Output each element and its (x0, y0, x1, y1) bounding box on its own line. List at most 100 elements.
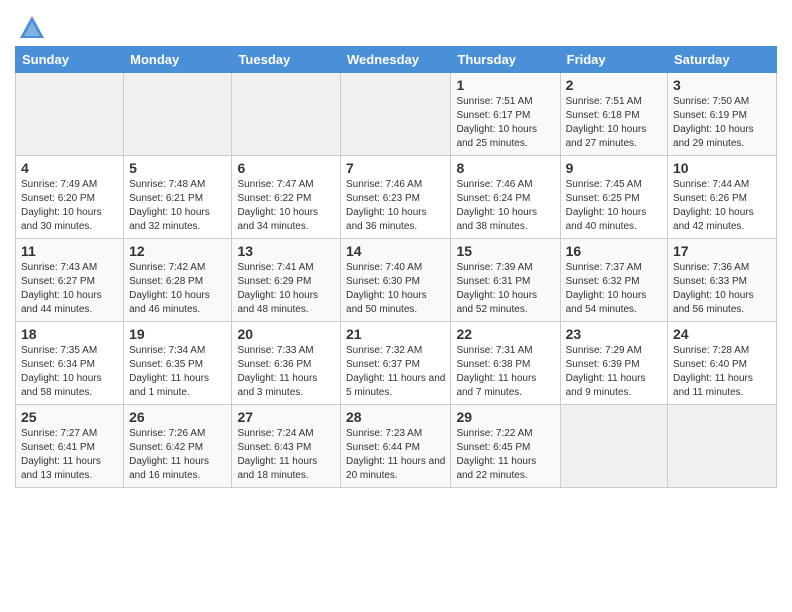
day-number: 21 (346, 326, 445, 342)
day-number: 29 (456, 409, 554, 425)
day-info: Sunrise: 7:33 AMSunset: 6:36 PMDaylight:… (237, 344, 335, 400)
day-cell (341, 73, 451, 156)
day-info: Sunrise: 7:46 AMSunset: 6:23 PMDaylight:… (346, 178, 445, 234)
day-number: 28 (346, 409, 445, 425)
day-number: 14 (346, 243, 445, 259)
day-cell: 16 Sunrise: 7:37 AMSunset: 6:32 PMDayligh… (560, 239, 667, 322)
header-saturday: Saturday (668, 47, 777, 73)
day-info: Sunrise: 7:40 AMSunset: 6:30 PMDaylight:… (346, 261, 445, 317)
day-cell: 24 Sunrise: 7:28 AMSunset: 6:40 PMDayligh… (668, 322, 777, 405)
day-info: Sunrise: 7:36 AMSunset: 6:33 PMDaylight:… (673, 261, 771, 317)
day-cell: 28 Sunrise: 7:23 AMSunset: 6:44 PMDayligh… (341, 405, 451, 488)
day-cell: 14 Sunrise: 7:40 AMSunset: 6:30 PMDayligh… (341, 239, 451, 322)
day-cell: 11Sunrise: 7:43 AMSunset: 6:27 PMDayligh… (16, 239, 124, 322)
week-row-2: 4 Sunrise: 7:49 AMSunset: 6:20 PMDaylight… (16, 156, 777, 239)
day-number: 8 (456, 160, 554, 176)
logo-icon (18, 14, 46, 42)
day-cell: 22Sunrise: 7:31 AMSunset: 6:38 PMDayligh… (451, 322, 560, 405)
day-info: Sunrise: 7:31 AMSunset: 6:38 PMDaylight:… (456, 344, 554, 400)
header-friday: Friday (560, 47, 667, 73)
day-info: Sunrise: 7:32 AMSunset: 6:37 PMDaylight:… (346, 344, 445, 400)
day-cell: 21 Sunrise: 7:32 AMSunset: 6:37 PMDayligh… (341, 322, 451, 405)
day-cell: 8 Sunrise: 7:46 AMSunset: 6:24 PMDaylight… (451, 156, 560, 239)
day-number: 18 (21, 326, 118, 342)
day-number: 5 (129, 160, 226, 176)
day-cell (16, 73, 124, 156)
day-number: 6 (237, 160, 335, 176)
day-cell: 15 Sunrise: 7:39 AMSunset: 6:31 PMDayligh… (451, 239, 560, 322)
day-cell (560, 405, 667, 488)
day-cell (232, 73, 341, 156)
day-number: 19 (129, 326, 226, 342)
day-number: 20 (237, 326, 335, 342)
day-info: Sunrise: 7:37 AMSunset: 6:32 PMDaylight:… (566, 261, 662, 317)
week-row-1: 1 Sunrise: 7:51 AMSunset: 6:17 PMDaylight… (16, 73, 777, 156)
day-info: Sunrise: 7:24 AMSunset: 6:43 PMDaylight:… (237, 427, 335, 483)
day-number: 9 (566, 160, 662, 176)
day-number: 26 (129, 409, 226, 425)
day-info: Sunrise: 7:47 AMSunset: 6:22 PMDaylight:… (237, 178, 335, 234)
day-cell: 27 Sunrise: 7:24 AMSunset: 6:43 PMDayligh… (232, 405, 341, 488)
day-number: 16 (566, 243, 662, 259)
day-cell: 26Sunrise: 7:26 AMSunset: 6:42 PMDayligh… (124, 405, 232, 488)
calendar-table: SundayMondayTuesdayWednesdayThursdayFrid… (15, 46, 777, 488)
week-row-4: 18 Sunrise: 7:35 AMSunset: 6:34 PMDayligh… (16, 322, 777, 405)
day-cell: 9 Sunrise: 7:45 AMSunset: 6:25 PMDaylight… (560, 156, 667, 239)
day-cell: 4 Sunrise: 7:49 AMSunset: 6:20 PMDaylight… (16, 156, 124, 239)
day-number: 24 (673, 326, 771, 342)
day-number: 12 (129, 243, 226, 259)
day-info: Sunrise: 7:46 AMSunset: 6:24 PMDaylight:… (456, 178, 554, 234)
day-number: 23 (566, 326, 662, 342)
day-info: Sunrise: 7:23 AMSunset: 6:44 PMDaylight:… (346, 427, 445, 483)
day-info: Sunrise: 7:34 AMSunset: 6:35 PMDaylight:… (129, 344, 226, 400)
day-cell: 13 Sunrise: 7:41 AMSunset: 6:29 PMDayligh… (232, 239, 341, 322)
day-info: Sunrise: 7:41 AMSunset: 6:29 PMDaylight:… (237, 261, 335, 317)
day-info: Sunrise: 7:44 AMSunset: 6:26 PMDaylight:… (673, 178, 771, 234)
header-thursday: Thursday (451, 47, 560, 73)
day-cell: 7 Sunrise: 7:46 AMSunset: 6:23 PMDaylight… (341, 156, 451, 239)
header-monday: Monday (124, 47, 232, 73)
day-cell: 1 Sunrise: 7:51 AMSunset: 6:17 PMDaylight… (451, 73, 560, 156)
day-number: 25 (21, 409, 118, 425)
day-cell: 12 Sunrise: 7:42 AMSunset: 6:28 PMDayligh… (124, 239, 232, 322)
day-cell (668, 405, 777, 488)
day-cell (124, 73, 232, 156)
day-cell: 20 Sunrise: 7:33 AMSunset: 6:36 PMDayligh… (232, 322, 341, 405)
week-row-3: 11Sunrise: 7:43 AMSunset: 6:27 PMDayligh… (16, 239, 777, 322)
day-info: Sunrise: 7:43 AMSunset: 6:27 PMDaylight:… (21, 261, 118, 317)
day-info: Sunrise: 7:51 AMSunset: 6:17 PMDaylight:… (456, 95, 554, 151)
week-row-5: 25 Sunrise: 7:27 AMSunset: 6:41 PMDayligh… (16, 405, 777, 488)
day-cell: 5 Sunrise: 7:48 AMSunset: 6:21 PMDaylight… (124, 156, 232, 239)
day-number: 15 (456, 243, 554, 259)
day-info: Sunrise: 7:50 AMSunset: 6:19 PMDaylight:… (673, 95, 771, 151)
day-info: Sunrise: 7:49 AMSunset: 6:20 PMDaylight:… (21, 178, 118, 234)
day-number: 1 (456, 77, 554, 93)
day-cell: 17Sunrise: 7:36 AMSunset: 6:33 PMDayligh… (668, 239, 777, 322)
day-info: Sunrise: 7:39 AMSunset: 6:31 PMDaylight:… (456, 261, 554, 317)
day-number: 4 (21, 160, 118, 176)
day-cell: 3 Sunrise: 7:50 AMSunset: 6:19 PMDaylight… (668, 73, 777, 156)
day-cell: 6 Sunrise: 7:47 AMSunset: 6:22 PMDaylight… (232, 156, 341, 239)
day-info: Sunrise: 7:35 AMSunset: 6:34 PMDaylight:… (21, 344, 118, 400)
day-number: 13 (237, 243, 335, 259)
day-number: 27 (237, 409, 335, 425)
day-cell: 23 Sunrise: 7:29 AMSunset: 6:39 PMDayligh… (560, 322, 667, 405)
header-tuesday: Tuesday (232, 47, 341, 73)
day-info: Sunrise: 7:27 AMSunset: 6:41 PMDaylight:… (21, 427, 118, 483)
day-number: 7 (346, 160, 445, 176)
day-cell: 18 Sunrise: 7:35 AMSunset: 6:34 PMDayligh… (16, 322, 124, 405)
calendar-header-row: SundayMondayTuesdayWednesdayThursdayFrid… (16, 47, 777, 73)
day-info: Sunrise: 7:29 AMSunset: 6:39 PMDaylight:… (566, 344, 662, 400)
day-info: Sunrise: 7:28 AMSunset: 6:40 PMDaylight:… (673, 344, 771, 400)
page-header (15, 10, 777, 42)
day-info: Sunrise: 7:22 AMSunset: 6:45 PMDaylight:… (456, 427, 554, 483)
day-info: Sunrise: 7:48 AMSunset: 6:21 PMDaylight:… (129, 178, 226, 234)
day-cell: 2Sunrise: 7:51 AMSunset: 6:18 PMDaylight… (560, 73, 667, 156)
logo (15, 16, 46, 42)
day-info: Sunrise: 7:45 AMSunset: 6:25 PMDaylight:… (566, 178, 662, 234)
day-number: 2 (566, 77, 662, 93)
day-info: Sunrise: 7:42 AMSunset: 6:28 PMDaylight:… (129, 261, 226, 317)
day-number: 3 (673, 77, 771, 93)
day-number: 10 (673, 160, 771, 176)
day-cell: 25 Sunrise: 7:27 AMSunset: 6:41 PMDayligh… (16, 405, 124, 488)
